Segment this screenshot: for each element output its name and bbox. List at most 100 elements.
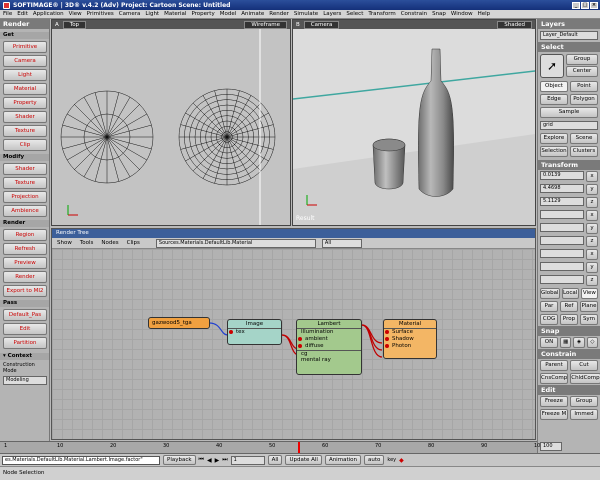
ref-button[interactable]: Ref [560, 301, 578, 312]
parent-button[interactable]: Parent [540, 360, 568, 371]
selection-button[interactable]: Selection [540, 146, 568, 157]
select-filter-field[interactable]: grid [540, 121, 598, 130]
pass-partition-button[interactable]: Partition [3, 337, 47, 349]
maximize-button[interactable]: □ [581, 1, 589, 9]
object-button[interactable]: Object [540, 81, 568, 92]
freeze-button[interactable]: Freeze [540, 396, 568, 407]
view-select[interactable]: Camera [303, 20, 340, 29]
all-button[interactable]: All [267, 455, 283, 465]
modify-ambience-button[interactable]: Ambience [3, 205, 47, 217]
playback-button[interactable]: Playback [163, 455, 196, 465]
pass-default-pas-button[interactable]: Default_Pas [3, 309, 47, 321]
render-region-button[interactable]: Region [3, 229, 47, 241]
scale-x-field[interactable] [540, 249, 584, 258]
menu-transform[interactable]: Transform [368, 11, 395, 17]
image-port-tex[interactable]: tex [228, 329, 281, 336]
animation-button[interactable]: Animation [324, 455, 361, 465]
point-button[interactable]: Point [570, 81, 598, 92]
material-port-surface[interactable]: Surface [384, 329, 436, 336]
translate-z-axis-button[interactable]: z [586, 197, 598, 208]
freeze-m-button[interactable]: Freeze M [540, 409, 568, 420]
get-camera-button[interactable]: Camera [3, 55, 47, 67]
menu-render[interactable]: Render [269, 11, 289, 17]
menu-help[interactable]: Help [478, 11, 491, 17]
rotate-y-field[interactable] [540, 223, 584, 232]
timeline-end-field[interactable]: 100 [540, 442, 562, 451]
section-get[interactable]: Get [0, 32, 49, 39]
view-select[interactable]: Top [62, 20, 87, 29]
snap-on-button[interactable]: ON [540, 337, 558, 348]
get-texture-button[interactable]: Texture [3, 125, 47, 137]
menu-application[interactable]: Application [33, 11, 64, 17]
display-mode-select[interactable]: Wireframe [244, 20, 287, 29]
plane-button[interactable]: Plane [580, 301, 598, 312]
render-tree-menu-clips[interactable]: Clips [127, 240, 140, 246]
translate-x-axis-button[interactable]: x [586, 171, 598, 182]
translate-z-field[interactable]: 5.1129 [540, 197, 584, 206]
lambert-port-diffuse[interactable]: diffuse [297, 343, 361, 350]
construction-mode-select[interactable]: Modeling [3, 376, 47, 385]
immed-button[interactable]: Immed [570, 409, 598, 420]
section-render[interactable]: Render [0, 220, 49, 227]
cnscomp-button[interactable]: CnsComp [540, 373, 569, 384]
render-refresh-button[interactable]: Refresh [3, 243, 47, 255]
snap-grid-icon[interactable]: ▦ [560, 337, 572, 348]
cog-button[interactable]: COG [540, 314, 558, 325]
group-edit-button[interactable]: Group [570, 396, 598, 407]
menu-model[interactable]: Model [220, 11, 237, 17]
update-all-button[interactable]: Update All [285, 455, 322, 465]
scale-y-axis-button[interactable]: y [586, 262, 598, 273]
group-button[interactable]: Group [566, 54, 598, 65]
material-port-shadow[interactable]: Shadow [384, 336, 436, 343]
menu-layers[interactable]: Layers [323, 11, 341, 17]
menu-material[interactable]: Material [164, 11, 186, 17]
menu-animate[interactable]: Animate [241, 11, 264, 17]
menu-simulate[interactable]: Simulate [294, 11, 318, 17]
scale-y-field[interactable] [540, 262, 584, 271]
polygon-button[interactable]: Polygon [570, 94, 598, 105]
get-property-button[interactable]: Property [3, 97, 47, 109]
context-header[interactable]: ▾ Context [0, 353, 49, 360]
scene-button[interactable]: Scene [570, 133, 598, 144]
translate-x-field[interactable]: 0.0139 [540, 171, 584, 180]
current-frame-field[interactable]: 1 [230, 455, 265, 465]
snap-curve-icon[interactable]: ◇ [586, 337, 598, 348]
section-modify[interactable]: Modify [0, 154, 49, 161]
translate-y-axis-button[interactable]: y [586, 184, 598, 195]
render-tree-menu-tools[interactable]: Tools [80, 240, 94, 246]
menu-constrain[interactable]: Constrain [401, 11, 427, 17]
modify-texture-button[interactable]: Texture [3, 177, 47, 189]
menu-view[interactable]: View [69, 11, 82, 17]
toolbar-header[interactable]: Render [0, 19, 49, 29]
minimize-button[interactable]: _ [572, 1, 580, 9]
render-export-to-mi2-button[interactable]: Export to MI2 [3, 285, 47, 297]
texture-node[interactable]: gazwood5_tga [148, 317, 210, 329]
menu-snap[interactable]: Snap [432, 11, 446, 17]
prop-button[interactable]: Prop [560, 314, 578, 325]
key-icon[interactable]: ◆ [399, 457, 404, 464]
viewport-top[interactable]: A Top Wireframe [51, 19, 291, 226]
explore-button[interactable]: Explore [540, 133, 568, 144]
viewport-camera[interactable]: B Camera Shaded Result [292, 19, 536, 226]
menu-select[interactable]: Select [346, 11, 363, 17]
render-tree-filter-select[interactable]: All [321, 238, 362, 248]
scale-z-axis-button[interactable]: z [586, 275, 598, 286]
section-pass[interactable]: Pass [0, 300, 49, 307]
render-tree-canvas[interactable]: gazwood5_tga Image tex Lambert Illuminat… [52, 249, 535, 439]
par-button[interactable]: Par [540, 301, 558, 312]
play-icon[interactable]: ▶ [215, 457, 220, 464]
render-tree-menu-show[interactable]: Show [57, 240, 72, 246]
go-first-icon[interactable]: ⏮ [199, 456, 204, 464]
modify-shader-button[interactable]: Shader [3, 163, 47, 175]
pass-edit-button[interactable]: Edit [3, 323, 47, 335]
render-preview-button[interactable]: Preview [3, 257, 47, 269]
material-port-photon[interactable]: Photon [384, 343, 436, 350]
render-render-button[interactable]: Render [3, 271, 47, 283]
step-back-icon[interactable]: ◀ [207, 457, 212, 464]
lambert-group-illumination[interactable]: Illumination [297, 329, 361, 336]
menu-edit[interactable]: Edit [17, 11, 28, 17]
render-tree-path-field[interactable]: Sources.Materials.DefaultLib.Material [155, 238, 316, 248]
lambert-node[interactable]: Lambert Illumination ambient diffuse cg … [296, 319, 362, 375]
local-button[interactable]: Local [561, 288, 579, 299]
rotate-y-axis-button[interactable]: y [586, 223, 598, 234]
